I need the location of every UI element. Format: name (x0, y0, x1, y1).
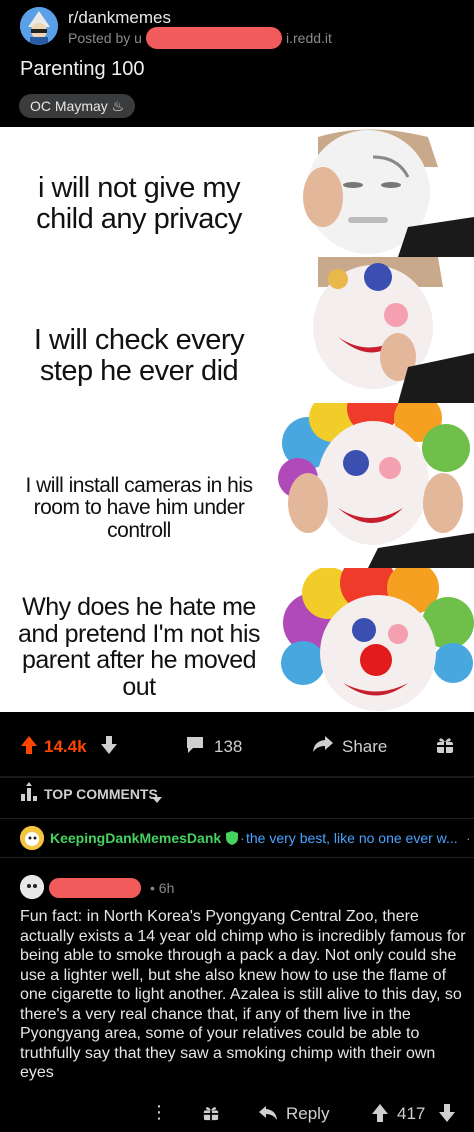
commenter-avatar[interactable] (20, 875, 44, 899)
divider (0, 818, 474, 819)
share-button[interactable]: Share (342, 737, 387, 757)
post-title: Parenting 100 (20, 58, 145, 80)
meme-panel-1: i will not give my child any privacy (0, 127, 474, 257)
username-redaction (146, 27, 282, 49)
meme-panel-4: Why does he hate me and pretend I'm not … (0, 568, 474, 712)
meme-panel-1-text: i will not give my child any privacy (36, 172, 242, 235)
share-icon[interactable] (312, 735, 334, 758)
post-domain[interactable]: i.redd.it (286, 30, 332, 46)
clown-face-1-icon (278, 127, 474, 257)
sort-icon[interactable] (20, 782, 38, 807)
chevron-down-icon[interactable] (152, 790, 162, 808)
meme-panel-2: I will check every step he ever did (0, 257, 474, 403)
reply-button[interactable]: Reply (286, 1104, 329, 1124)
subreddit-name[interactable]: r/dankmemes (68, 8, 171, 28)
subreddit-avatar[interactable] (20, 7, 58, 45)
upvote-icon[interactable] (20, 735, 38, 760)
post-action-bar: 14.4k 138 Share (0, 714, 474, 776)
comment-body: Fun fact: in North Korea's Pyongyang Cen… (20, 908, 466, 1081)
comment-count[interactable]: 138 (214, 737, 242, 757)
sort-label[interactable]: TOP COMMENTS (44, 786, 158, 802)
comment-action-bar: ⋮ Reply 417 (0, 1090, 474, 1132)
downvote-icon[interactable] (100, 735, 118, 760)
divider (0, 857, 474, 858)
mod-user-flair: the very best, like no one ever w... (246, 830, 458, 846)
mod-username[interactable]: KeepingDankMemesDank (50, 830, 221, 846)
divider (0, 776, 474, 778)
meme-panel-4-text: Why does he hate me and pretend I'm not … (17, 593, 261, 701)
posted-by[interactable]: Posted by u (68, 30, 142, 46)
clown-face-3-icon (278, 403, 474, 568)
more-dots-icon[interactable]: · (466, 830, 471, 846)
separator-dot: · (240, 830, 245, 846)
meme-panel-3-text: I will install cameras in his room to ha… (25, 474, 253, 542)
upvote-icon[interactable] (371, 1103, 389, 1128)
shield-icon (226, 831, 238, 850)
clown-face-2-icon (278, 257, 474, 403)
award-icon[interactable] (436, 736, 454, 759)
award-icon[interactable] (203, 1105, 219, 1126)
username-redaction (49, 878, 141, 898)
wizard-avatar-icon (20, 7, 58, 45)
comment-score: 417 (397, 1104, 426, 1123)
reply-icon[interactable] (258, 1105, 278, 1126)
comment-icon[interactable] (185, 736, 205, 759)
post-score: 14.4k (44, 737, 87, 756)
clown-face-4-icon (278, 568, 474, 712)
meme-panel-2-text: I will check every step he ever did (33, 324, 245, 387)
comment-time: • 6h (150, 880, 175, 896)
downvote-icon[interactable] (438, 1103, 456, 1128)
more-options-icon[interactable]: ⋮ (150, 1102, 168, 1123)
mod-avatar[interactable] (20, 826, 44, 850)
meme-image[interactable]: i will not give my child any privacy I w… (0, 127, 474, 712)
meme-panel-3: I will install cameras in his room to ha… (0, 403, 474, 568)
post-flair[interactable]: OC Maymay ♨ (19, 94, 136, 118)
